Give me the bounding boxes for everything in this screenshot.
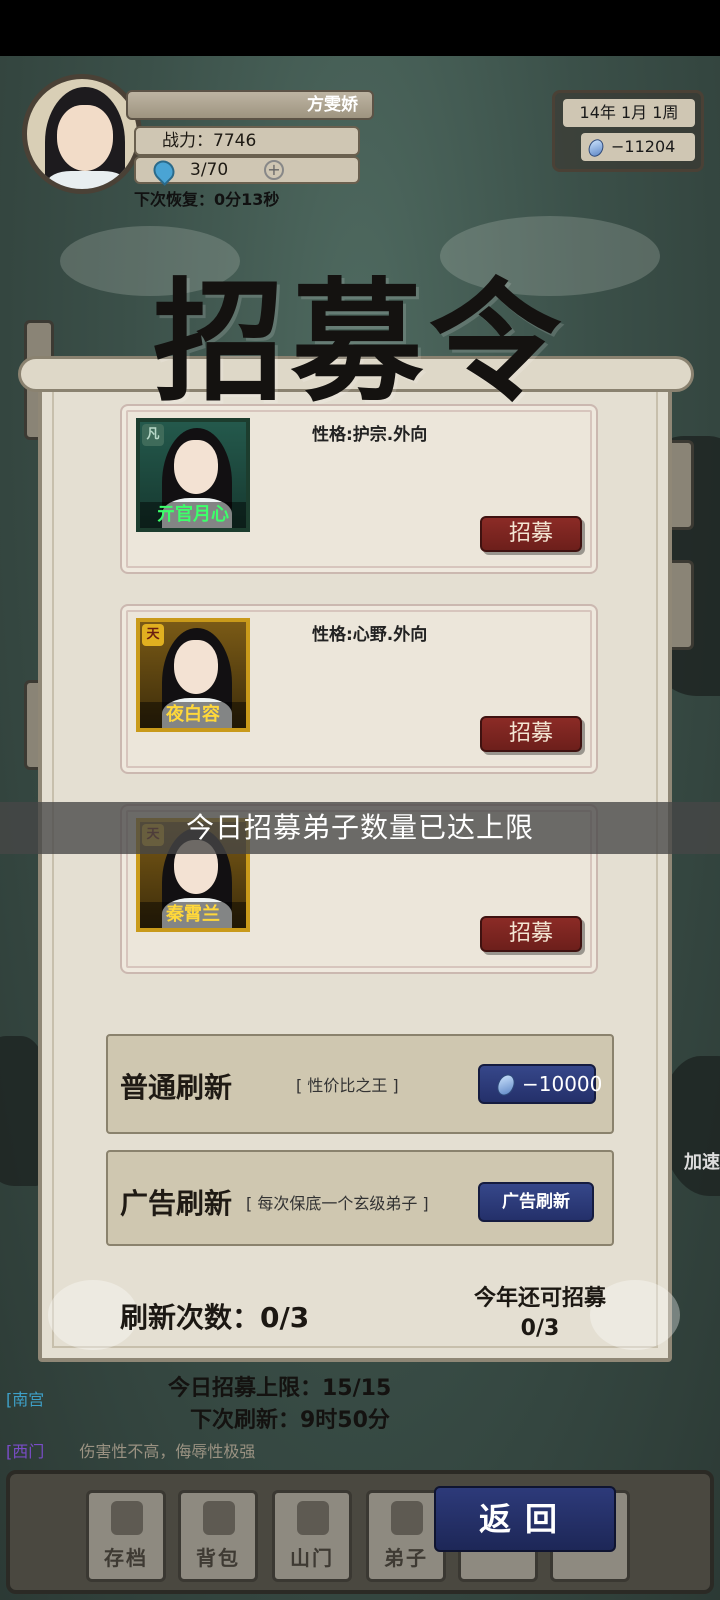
- chat-speaker: [西门: [6, 1442, 45, 1461]
- candidate-name: 秦霄兰: [140, 902, 246, 928]
- player-power: 战力：7746: [134, 126, 360, 156]
- portrait-face: [174, 440, 218, 494]
- nav-bag-button[interactable]: 背包: [178, 1490, 258, 1582]
- candidate-personality: 性格:心野.外向: [312, 625, 428, 645]
- status-bar: [0, 0, 720, 56]
- avatar-face: [57, 105, 113, 171]
- candidate-portrait[interactable]: 凡 亓官月心: [136, 418, 250, 532]
- chat-speaker: [南宫: [6, 1390, 45, 1409]
- player-avatar[interactable]: [22, 74, 142, 194]
- stamina-drop-icon: [149, 156, 179, 186]
- limit-toast: 今日招募弟子数量已达上限: [0, 802, 720, 854]
- nav-label: 弟子: [384, 1546, 428, 1570]
- nav-label: 存档: [104, 1546, 148, 1570]
- nav-gate-button[interactable]: 山门: [272, 1490, 352, 1582]
- gem-balance: −11204: [581, 133, 695, 161]
- stamina-bar: 3/70 +: [134, 156, 360, 186]
- chat-message: 伤害性不高，侮辱性极强: [79, 1442, 256, 1461]
- ad-refresh-desc: [ 每次保底一个玄级弟子 ]: [246, 1194, 429, 1213]
- candidate-portrait[interactable]: 天 夜白容: [136, 618, 250, 732]
- refresh-count: 刷新次数：0/3: [120, 1301, 310, 1334]
- portrait-face: [174, 640, 218, 694]
- stamina-value: 3/70: [190, 160, 229, 180]
- ad-refresh-panel: 广告刷新 [ 每次保底一个玄级弟子 ] 广告刷新: [106, 1150, 614, 1246]
- daily-recruit-limit: 今日招募上限：15/15: [168, 1376, 392, 1401]
- normal-refresh-title: 普通刷新: [120, 1071, 233, 1104]
- rank-badge: 天: [142, 624, 164, 646]
- gate-icon: [297, 1501, 329, 1535]
- player-name: 方雯娇: [126, 90, 374, 120]
- rank-badge: 凡: [142, 424, 164, 446]
- candidate-card: 凡 亓官月心 性格:护宗.外向 招募: [120, 404, 598, 574]
- recruit-button[interactable]: 招募: [480, 516, 582, 552]
- candidate-name: 亓官月心: [140, 502, 246, 528]
- calendar-panel: 14年 1月 1周 −11204: [552, 90, 704, 172]
- normal-refresh-desc: [ 性价比之王 ]: [296, 1076, 399, 1095]
- next-refresh-timer: 下次刷新：9时50分: [190, 1408, 390, 1433]
- gem-refresh-button[interactable]: −10000: [478, 1064, 602, 1104]
- back-button[interactable]: 返回: [434, 1486, 616, 1552]
- dialog-title: 招募令: [153, 265, 567, 420]
- nav-label: 背包: [196, 1546, 240, 1570]
- bag-icon: [203, 1501, 235, 1535]
- ad-refresh-title: 广告刷新: [120, 1187, 233, 1220]
- candidate-personality: 性格:护宗.外向: [312, 425, 428, 445]
- chat-line: [南宫: [6, 1386, 44, 1410]
- gem-icon: [585, 136, 607, 160]
- normal-refresh-panel: 普通刷新 [ 性价比之王 ] −10000: [106, 1034, 614, 1134]
- stamina-recover-timer: 下次恢复：0分13秒: [134, 190, 280, 209]
- nav-label: 山门: [290, 1546, 334, 1570]
- game-date: 14年 1月 1周: [563, 99, 695, 127]
- gem-icon: [494, 1071, 518, 1099]
- candidate-name: 夜白容: [140, 702, 246, 728]
- candidate-card: 天 夜白容 性格:心野.外向 招募: [120, 604, 598, 774]
- scroll-icon: [111, 1501, 143, 1535]
- nav-save-button[interactable]: 存档: [86, 1490, 166, 1582]
- gem-value: −11204: [611, 137, 676, 156]
- recruit-button[interactable]: 招募: [480, 716, 582, 752]
- year-recruit-limit: 今年还可招募0/3: [473, 1286, 606, 1341]
- recruit-button[interactable]: 招募: [480, 916, 582, 952]
- chat-line: [西门 伤害性不高，侮辱性极强: [6, 1438, 255, 1462]
- ad-refresh-button[interactable]: 广告刷新: [478, 1182, 594, 1222]
- disciple-icon: [391, 1501, 423, 1535]
- speed-up-label[interactable]: 加速: [684, 1148, 720, 1174]
- add-stamina-icon[interactable]: +: [264, 160, 284, 180]
- gem-refresh-cost: −10000: [522, 1072, 603, 1096]
